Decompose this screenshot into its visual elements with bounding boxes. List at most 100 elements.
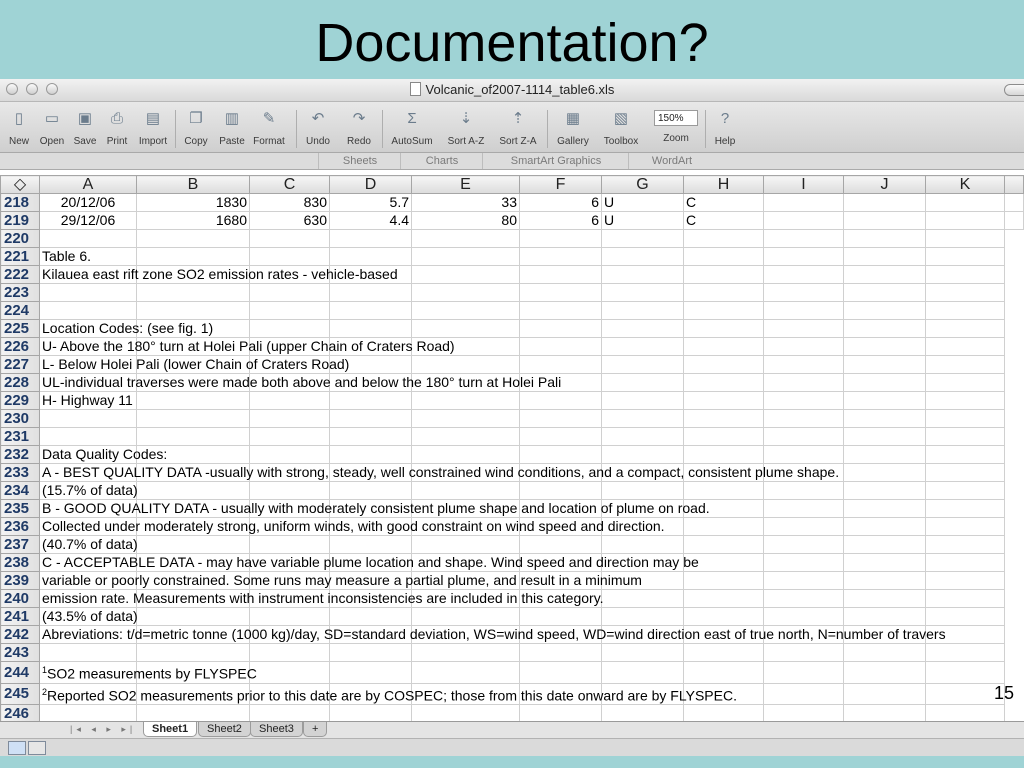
cell[interactable]: L- Below Holei Pali (lower Chain of Crat… (39, 355, 349, 374)
ribbon-tab-charts[interactable]: Charts (400, 153, 483, 169)
redo-button[interactable]: ↷ Redo (342, 106, 376, 150)
cell[interactable] (843, 301, 926, 320)
cell[interactable] (519, 661, 602, 684)
cell[interactable] (843, 463, 926, 482)
row-header[interactable]: 222 (0, 265, 40, 284)
cell[interactable] (411, 247, 520, 266)
cell[interactable] (136, 229, 250, 248)
row-header[interactable]: 220 (0, 229, 40, 248)
row-header[interactable]: 225 (0, 319, 40, 338)
cell[interactable] (411, 481, 520, 500)
cell[interactable]: Location Codes: (see fig. 1) (39, 319, 213, 338)
cell[interactable] (843, 355, 926, 374)
cell[interactable] (843, 265, 926, 284)
cell[interactable] (519, 535, 602, 554)
cell[interactable]: 630 (249, 211, 330, 230)
cell[interactable] (601, 409, 684, 428)
cell[interactable] (843, 553, 926, 572)
cell[interactable] (601, 589, 684, 608)
cell[interactable]: U- Above the 180° turn at Holei Pali (up… (39, 337, 455, 356)
cell[interactable] (763, 499, 844, 518)
row-header[interactable]: 224 (0, 301, 40, 320)
cell[interactable]: U (601, 211, 684, 230)
cell[interactable] (925, 301, 1005, 320)
cell[interactable] (39, 301, 137, 320)
cell[interactable] (925, 265, 1005, 284)
open-button[interactable]: ▭ Open (36, 106, 68, 150)
column-header-h[interactable]: H (683, 175, 764, 194)
cell[interactable] (925, 553, 1005, 572)
cell[interactable] (843, 193, 926, 212)
cell[interactable] (136, 283, 250, 302)
cell[interactable] (843, 607, 926, 626)
cell[interactable] (411, 229, 520, 248)
row-header[interactable]: 236 (0, 517, 40, 536)
row-header[interactable]: 234 (0, 481, 40, 500)
cell[interactable] (411, 283, 520, 302)
row-header[interactable]: 241 (0, 607, 40, 626)
cell[interactable] (39, 283, 137, 302)
cell[interactable] (329, 445, 412, 464)
cell[interactable] (843, 481, 926, 500)
row-header[interactable]: 237 (0, 535, 40, 554)
cell[interactable] (249, 283, 330, 302)
cell[interactable] (329, 661, 412, 684)
cell[interactable] (843, 319, 926, 338)
cell[interactable] (683, 481, 764, 500)
cell[interactable] (843, 682, 926, 706)
cell[interactable]: 29/12/06 (39, 211, 137, 230)
cell[interactable] (329, 247, 412, 266)
row-header[interactable]: 246 (0, 704, 40, 721)
cell[interactable] (329, 535, 412, 554)
cell[interactable] (249, 481, 330, 500)
cell[interactable] (39, 704, 137, 721)
cell[interactable]: 2Reported SO2 measurements prior to this… (39, 682, 737, 706)
ribbon-tab-wordart[interactable]: WordArt (628, 153, 715, 169)
cell[interactable]: 33 (411, 193, 520, 212)
cell[interactable] (683, 337, 764, 356)
cell[interactable] (601, 481, 684, 500)
cell[interactable]: (15.7% of data) (39, 481, 138, 500)
cell[interactable] (925, 535, 1005, 554)
cell[interactable] (763, 409, 844, 428)
cell[interactable] (249, 704, 330, 721)
cell[interactable] (925, 643, 1005, 662)
row-header[interactable]: 238 (0, 553, 40, 572)
print-button[interactable]: ⎙ Print (102, 106, 132, 150)
cell[interactable] (411, 391, 520, 410)
cell[interactable] (519, 445, 602, 464)
cell[interactable] (519, 427, 602, 446)
cell[interactable] (683, 535, 764, 554)
cell[interactable] (763, 229, 844, 248)
cell[interactable] (601, 607, 684, 626)
cell[interactable] (925, 481, 1005, 500)
column-header-g[interactable]: G (601, 175, 684, 194)
cell[interactable] (925, 427, 1005, 446)
cell[interactable] (329, 301, 412, 320)
cell[interactable] (763, 391, 844, 410)
new-button[interactable]: ▯ New (4, 106, 34, 150)
cell[interactable] (329, 229, 412, 248)
cell[interactable] (843, 535, 926, 554)
autosum-button[interactable]: Σ AutoSum (386, 106, 438, 150)
cell[interactable] (843, 211, 926, 230)
cell[interactable] (925, 682, 1005, 706)
cell[interactable]: A - BEST QUALITY DATA -usually with stro… (39, 463, 839, 482)
row-header[interactable]: 219 (0, 211, 40, 230)
cell[interactable] (329, 704, 412, 721)
page-layout-view-icon[interactable] (28, 741, 46, 755)
row-header[interactable]: 233 (0, 463, 40, 482)
cell[interactable] (843, 445, 926, 464)
cell[interactable] (763, 704, 844, 721)
cell[interactable] (925, 517, 1005, 536)
sheet-tab-sheet2[interactable]: Sheet2 (198, 722, 251, 737)
zoom-button[interactable]: 150% Zoom (652, 106, 700, 150)
cell[interactable] (843, 229, 926, 248)
row-header[interactable]: 230 (0, 409, 40, 428)
cell[interactable] (601, 283, 684, 302)
cell[interactable]: 20/12/06 (39, 193, 137, 212)
cell[interactable] (843, 391, 926, 410)
cell[interactable] (249, 661, 330, 684)
cell[interactable]: C (683, 193, 764, 212)
cell[interactable] (1004, 193, 1024, 212)
